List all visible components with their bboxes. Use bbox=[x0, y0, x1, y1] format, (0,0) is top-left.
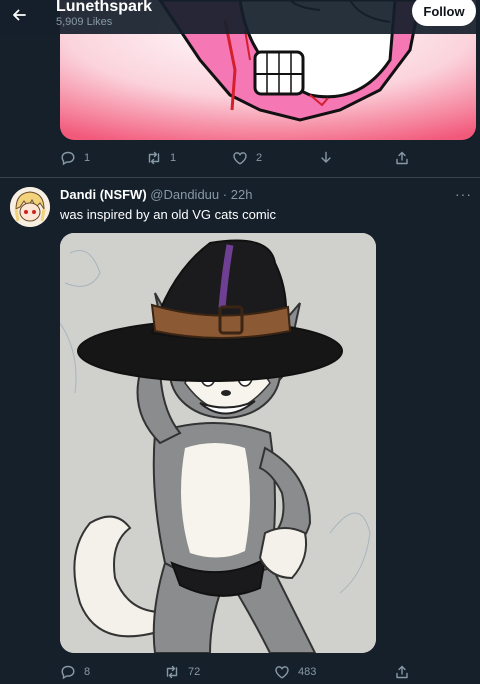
like-button[interactable]: 2 bbox=[232, 150, 262, 166]
tweet-image-cat-illustration[interactable] bbox=[60, 233, 376, 653]
tweet-divider bbox=[0, 177, 480, 178]
like-button[interactable]: 483 bbox=[274, 664, 316, 680]
tweet-text: was inspired by an old VG cats comic bbox=[60, 207, 277, 222]
follow-button[interactable]: Follow bbox=[412, 0, 476, 26]
avatar[interactable] bbox=[10, 187, 50, 227]
more-icon[interactable]: ··· bbox=[455, 186, 472, 202]
tweet-actions: 8 72 483 bbox=[60, 664, 420, 684]
download-button[interactable] bbox=[318, 150, 334, 166]
retweet-count: 72 bbox=[188, 666, 201, 678]
share-icon bbox=[396, 151, 408, 165]
like-icon bbox=[275, 666, 289, 679]
share-button[interactable] bbox=[394, 664, 410, 680]
profile-likes-count: 5,909 Likes bbox=[56, 16, 113, 28]
retweet-button[interactable]: 1 bbox=[146, 150, 176, 166]
reply-button[interactable]: 8 bbox=[60, 664, 90, 680]
share-icon bbox=[396, 665, 408, 679]
author-name[interactable]: Dandi (NSFW) bbox=[60, 187, 147, 202]
profile-header: Lunethspark 5,909 Likes Follow bbox=[0, 0, 480, 34]
retweet-count: 1 bbox=[170, 152, 177, 164]
like-icon bbox=[233, 152, 247, 165]
tweet-header: Dandi (NSFW) @Dandiduu · 22h bbox=[60, 187, 252, 202]
reply-icon bbox=[61, 665, 75, 680]
reply-count: 8 bbox=[84, 666, 91, 678]
like-count: 2 bbox=[256, 152, 263, 164]
reply-button[interactable]: 1 bbox=[60, 150, 90, 166]
like-count: 483 bbox=[298, 666, 317, 678]
tweet-time[interactable]: 22h bbox=[231, 187, 253, 202]
share-button[interactable] bbox=[394, 150, 410, 166]
retweet-icon bbox=[148, 151, 160, 165]
retweet-icon bbox=[166, 665, 178, 679]
download-icon bbox=[321, 151, 331, 163]
back-arrow-icon[interactable] bbox=[6, 2, 32, 28]
meta-separator: · bbox=[222, 187, 228, 202]
tweet-actions: 1 1 2 bbox=[60, 150, 420, 170]
reply-count: 1 bbox=[84, 152, 91, 164]
profile-name: Lunethspark bbox=[56, 0, 153, 15]
author-handle[interactable]: @Dandiduu bbox=[150, 187, 219, 202]
retweet-button[interactable]: 72 bbox=[164, 664, 200, 680]
reply-icon bbox=[61, 151, 75, 166]
